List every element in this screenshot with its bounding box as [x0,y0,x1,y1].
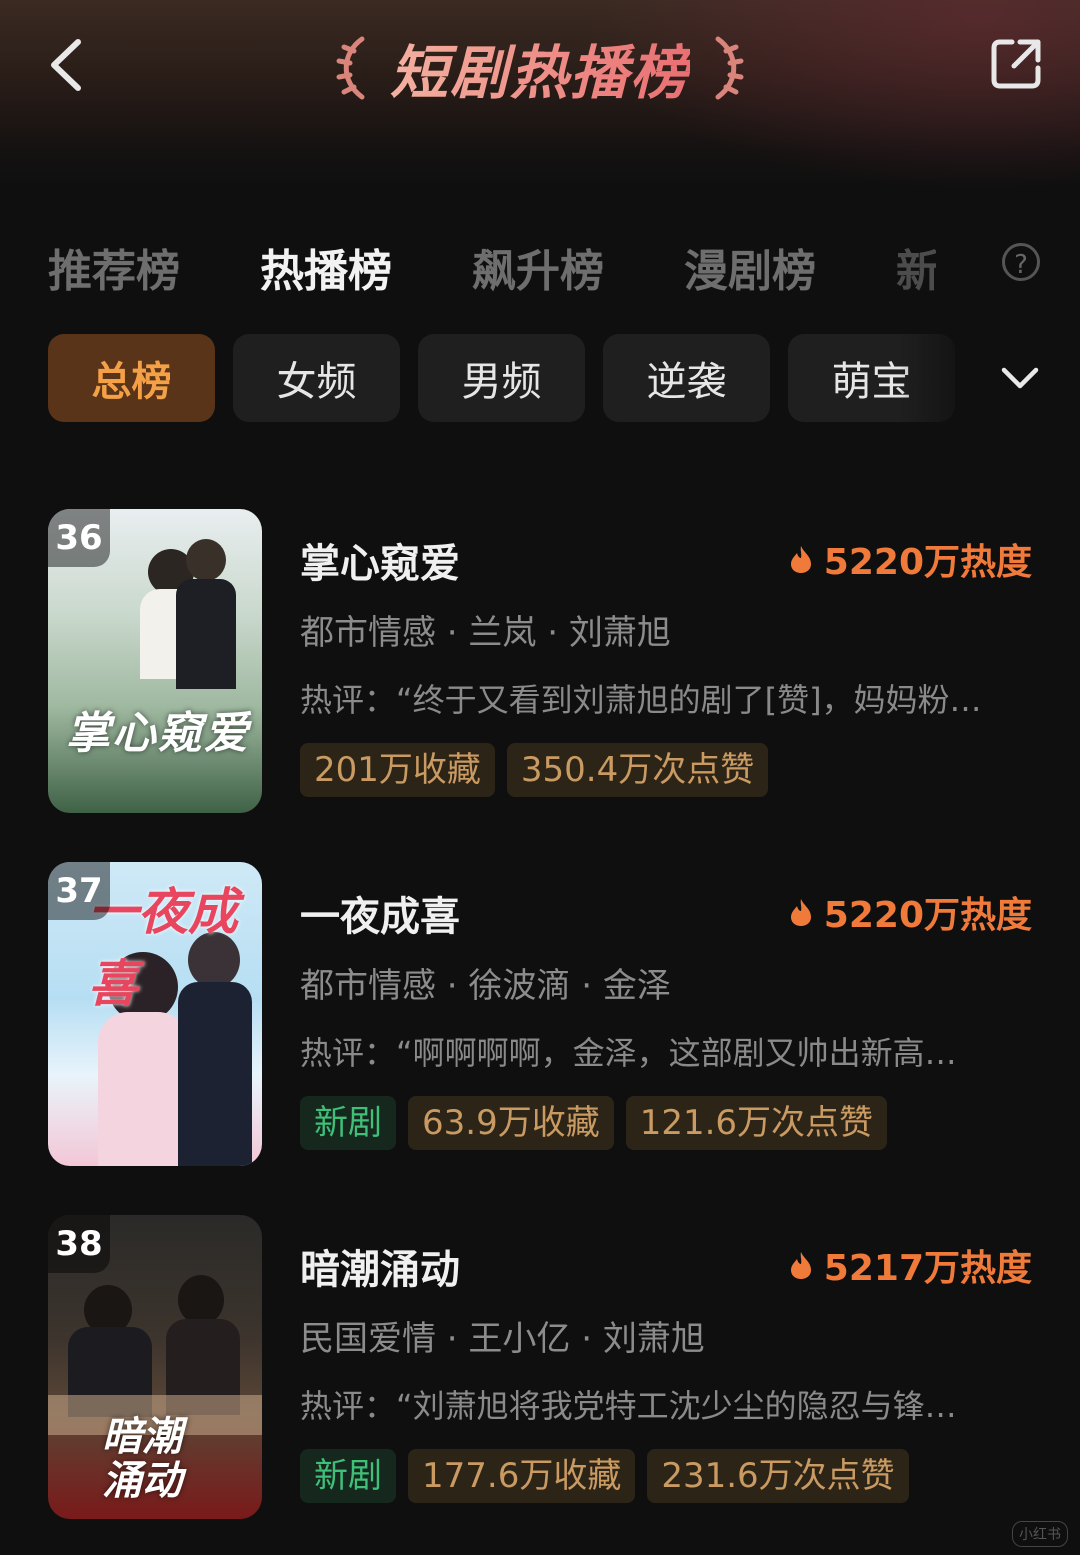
hot-comment: 热评：“啊啊啊啊，金泽，这部剧又帅出新高… [300,1034,957,1072]
watermark: 小红书 [1012,1521,1068,1547]
expand-categories-button[interactable] [1000,358,1040,398]
ranking-tabs: 推荐榜 热播榜 飙升榜 漫剧榜 新 [48,232,1048,302]
chip-male[interactable]: 男频 [418,334,585,422]
favorites-tag: 177.6万收藏 [408,1449,636,1503]
genre-cast: 民国爱情 · 王小亿 · 刘萧旭 [300,1319,705,1359]
flame-icon [790,546,811,573]
category-chips: 总榜 女频 男频 逆袭 萌宝 [48,334,958,422]
poster-title: 一夜成喜 [88,883,238,1013]
tab-hot[interactable]: 热播榜 [260,235,392,299]
chip-all[interactable]: 总榜 [48,334,215,422]
heat-score: 5220万热度 [788,886,1032,938]
hot-comment: 热评：“终于又看到刘萧旭的剧了[赞]，妈妈粉… [300,681,982,719]
share-button[interactable] [988,36,1044,92]
flame-icon [790,1252,811,1279]
heat-text: 5220万热度 [823,542,1032,583]
rank-badge: 36 [48,509,110,567]
chip-female[interactable]: 女频 [233,334,400,422]
new-drama-tag: 新剧 [300,1449,396,1503]
rank-badge: 37 [48,862,110,920]
heat-text: 5217万热度 [823,1248,1032,1289]
poster-title: 暗潮涌动 [102,1414,182,1504]
chips-fade [900,334,980,422]
heat-score: 5217万热度 [788,1239,1032,1291]
favorites-tag: 201万收藏 [300,743,495,797]
share-icon [991,39,1041,89]
stat-tags: 新剧 63.9万收藏 121.6万次点赞 [300,1096,888,1150]
tab-recommend[interactable]: 推荐榜 [48,235,180,299]
help-icon[interactable]: ? [1002,243,1040,281]
heat-score: 5220万热度 [788,533,1032,585]
laurel-right-icon [715,36,744,100]
chevron-down-icon [1001,367,1039,389]
drama-poster[interactable]: 一夜成喜 37 [48,862,262,1166]
page-title-area: 短剧热播榜 [0,28,1080,108]
hot-comment: 热评：“刘萧旭将我党特工沈少尘的隐忍与锋… [300,1387,957,1425]
likes-tag: 121.6万次点赞 [625,1096,888,1150]
poster-title: 掌心窥爱 [66,708,250,759]
flame-icon [790,899,811,926]
drama-title[interactable]: 暗潮涌动 [300,1237,460,1295]
stat-tags: 201万收藏 350.4万次点赞 [300,743,769,797]
heat-text: 5220万热度 [823,895,1032,936]
genre-cast: 都市情感 · 兰岚 · 刘萧旭 [300,613,671,653]
drama-list-item[interactable]: 一夜成喜 37 一夜成喜 5220万热度 都市情感 · 徐波滴 · 金泽 热评：… [48,862,1048,1168]
tab-new[interactable]: 新 [896,235,936,299]
new-drama-tag: 新剧 [300,1096,396,1150]
stat-tags: 新剧 177.6万收藏 231.6万次点赞 [300,1449,909,1503]
drama-list-item[interactable]: 掌心窥爱 36 掌心窥爱 5220万热度 都市情感 · 兰岚 · 刘萧旭 热评：… [48,509,1048,815]
tab-rising[interactable]: 飙升榜 [472,235,604,299]
drama-title[interactable]: 一夜成喜 [300,884,460,942]
drama-title[interactable]: 掌心窥爱 [300,531,460,589]
page-title: 短剧热播榜 [390,26,690,110]
likes-tag: 350.4万次点赞 [506,743,769,797]
likes-tag: 231.6万次点赞 [647,1449,909,1503]
favorites-tag: 63.9万收藏 [408,1096,614,1150]
drama-poster[interactable]: 暗潮涌动 38 [48,1215,262,1519]
tab-comic[interactable]: 漫剧榜 [684,235,816,299]
genre-cast: 都市情感 · 徐波滴 · 金泽 [300,966,671,1006]
drama-poster[interactable]: 掌心窥爱 36 [48,509,262,813]
drama-list-item[interactable]: 暗潮涌动 38 暗潮涌动 5217万热度 民国爱情 · 王小亿 · 刘萧旭 热评… [48,1215,1048,1521]
chip-comeback[interactable]: 逆袭 [603,334,770,422]
laurel-left-icon [336,36,365,100]
rank-badge: 38 [48,1215,110,1273]
